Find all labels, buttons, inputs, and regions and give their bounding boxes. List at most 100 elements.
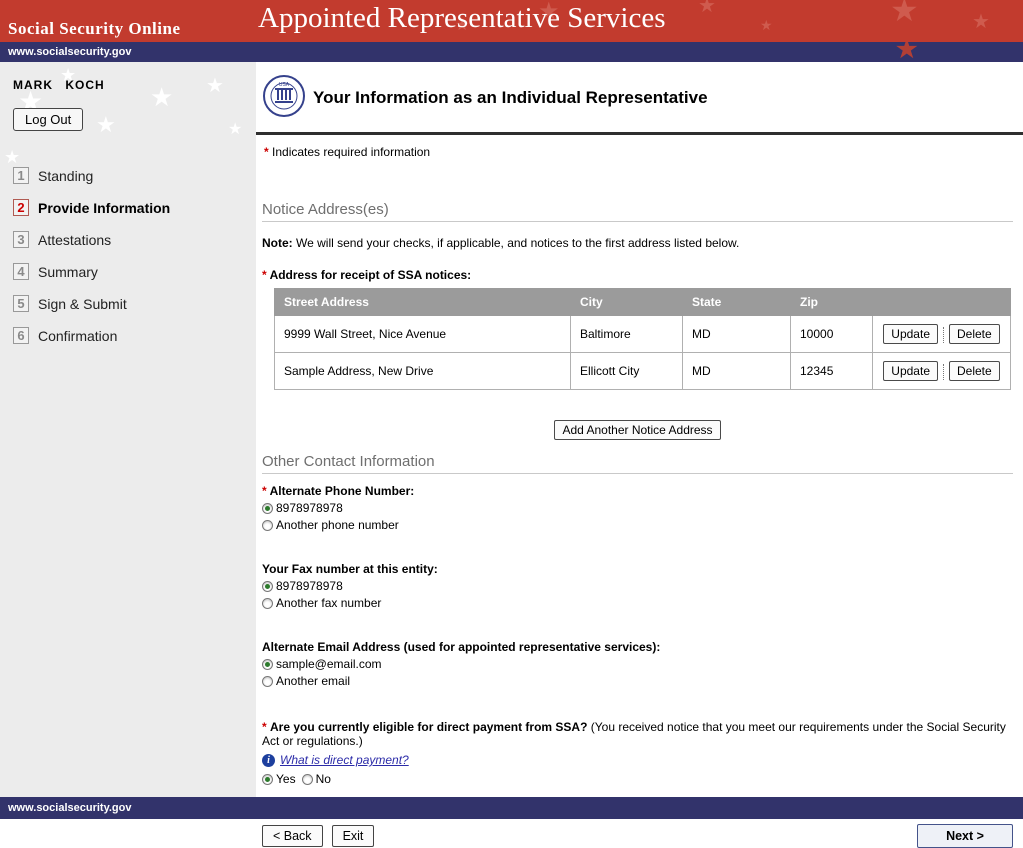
logout-button[interactable]: Log Out	[13, 108, 83, 131]
direct-payment-options: Yes No	[262, 772, 1013, 786]
cell-actions: Update Delete	[873, 316, 1011, 353]
email-current-radio[interactable]	[262, 659, 273, 670]
step-label: Confirmation	[38, 328, 117, 344]
cell-zip: 10000	[791, 316, 873, 353]
section-heading-other-contact: Other Contact Information	[262, 453, 1013, 470]
email-other-label[interactable]: Another email	[276, 674, 350, 688]
url-bar-top-text: www.socialsecurity.gov	[8, 46, 132, 58]
update-button[interactable]: Update	[883, 324, 938, 344]
direct-payment-link-row: i What is direct payment?	[262, 753, 1013, 767]
step-attestations: 3 Attestations	[13, 231, 256, 248]
star-decoration: ★	[96, 114, 116, 136]
fax-group: Your Fax number at this entity: 89789789…	[262, 562, 1013, 610]
ssa-seal-icon: USA	[262, 74, 306, 121]
step-label: Standing	[38, 168, 93, 184]
header-divider	[256, 132, 1023, 135]
delete-button[interactable]: Delete	[949, 361, 1000, 381]
email-group: Alternate Email Address (used for appoin…	[262, 640, 1013, 688]
app-title: Appointed Representative Services	[258, 2, 666, 35]
required-note: * Indicates required information	[264, 145, 1013, 159]
star-decoration: ★	[760, 18, 773, 32]
required-asterisk: *	[262, 268, 267, 282]
info-icon: i	[262, 754, 275, 767]
action-divider	[943, 364, 944, 380]
notice-note: Note: We will send your checks, if appli…	[262, 236, 1013, 250]
phone-other-label[interactable]: Another phone number	[276, 518, 399, 532]
notice-address-table: Street Address City State Zip 9999 Wall …	[274, 288, 1011, 390]
fax-other-label[interactable]: Another fax number	[276, 596, 381, 610]
fax-current-label[interactable]: 8978978978	[276, 579, 343, 593]
cell-zip: 12345	[791, 353, 873, 390]
table-header-row: Street Address City State Zip	[275, 289, 1011, 316]
cell-actions: Update Delete	[873, 353, 1011, 390]
direct-payment-yes-radio[interactable]	[262, 774, 273, 785]
fax-option-other: Another fax number	[262, 596, 1013, 610]
required-note-text: Indicates required information	[272, 145, 430, 159]
step-standing: 1 Standing	[13, 167, 256, 184]
step-label: Summary	[38, 264, 98, 280]
star-decoration: ★	[890, 0, 919, 26]
step-number: 4	[13, 263, 29, 280]
direct-payment-no-radio[interactable]	[302, 774, 313, 785]
svg-text:USA: USA	[279, 82, 290, 88]
step-label: Attestations	[38, 232, 111, 248]
exit-button[interactable]: Exit	[332, 825, 375, 847]
column-state: State	[683, 289, 791, 316]
back-button[interactable]: < Back	[262, 825, 323, 847]
fax-other-radio[interactable]	[262, 598, 273, 609]
step-label: Sign & Submit	[38, 296, 127, 312]
column-city: City	[571, 289, 683, 316]
sidebar: ★ ★ ★ ★ ★ ★ ★ MARK KOCH Log Out 1 Standi…	[0, 62, 256, 797]
email-other-radio[interactable]	[262, 676, 273, 687]
direct-payment-question: Are you currently eligible for direct pa…	[270, 720, 587, 734]
fax-label: Your Fax number at this entity:	[262, 562, 1013, 576]
top-banner: ★ ★ ★ ★ ★ ★ Social Security Online Appoi…	[0, 0, 1023, 42]
phone-current-radio[interactable]	[262, 503, 273, 514]
next-button[interactable]: Next >	[917, 824, 1013, 848]
phone-current-label[interactable]: 8978978978	[276, 501, 343, 515]
step-provide-information: 2 Provide Information	[13, 199, 256, 216]
column-actions	[873, 289, 1011, 316]
delete-button[interactable]: Delete	[949, 324, 1000, 344]
cell-state: MD	[683, 353, 791, 390]
step-number: 6	[13, 327, 29, 344]
alternate-phone-group: * Alternate Phone Number: 8978978978 Ano…	[262, 484, 1013, 532]
required-asterisk: *	[264, 145, 269, 159]
required-asterisk: *	[262, 720, 267, 734]
direct-payment-yes: Yes	[262, 772, 296, 786]
section-divider	[262, 473, 1013, 474]
add-notice-address-button[interactable]: Add Another Notice Address	[554, 420, 720, 440]
phone-other-radio[interactable]	[262, 520, 273, 531]
cell-street: Sample Address, New Drive	[275, 353, 571, 390]
star-decoration: ★	[228, 122, 242, 138]
email-label: Alternate Email Address (used for appoin…	[262, 640, 1013, 654]
email-current-label[interactable]: sample@email.com	[276, 657, 382, 671]
what-is-direct-payment-link[interactable]: What is direct payment?	[280, 753, 409, 767]
fax-option-current: 8978978978	[262, 579, 1013, 593]
step-number: 2	[13, 199, 29, 216]
note-label: Note:	[262, 236, 293, 250]
column-street-address: Street Address	[275, 289, 571, 316]
required-asterisk: *	[262, 484, 267, 498]
direct-payment-yes-label[interactable]: Yes	[276, 772, 296, 786]
section-divider	[262, 221, 1013, 222]
cell-city: Ellicott City	[571, 353, 683, 390]
address-table-label: * Address for receipt of SSA notices:	[262, 268, 1013, 282]
cell-city: Baltimore	[571, 316, 683, 353]
direct-payment-group: * Are you currently eligible for direct …	[262, 720, 1013, 786]
step-confirmation: 6 Confirmation	[13, 327, 256, 344]
direct-payment-no-label[interactable]: No	[316, 772, 331, 786]
url-bar-bottom-text: www.socialsecurity.gov	[8, 802, 132, 814]
phone-option-other: Another phone number	[262, 518, 1013, 532]
email-option-other: Another email	[262, 674, 1013, 688]
table-row: Sample Address, New Drive Ellicott City …	[275, 353, 1011, 390]
fax-current-radio[interactable]	[262, 581, 273, 592]
alternate-phone-label: * Alternate Phone Number:	[262, 484, 1013, 498]
action-divider	[943, 327, 944, 343]
note-text: We will send your checks, if applicable,…	[293, 236, 740, 250]
step-number: 5	[13, 295, 29, 312]
update-button[interactable]: Update	[883, 361, 938, 381]
ssa-online-logo: Social Security Online	[8, 19, 181, 39]
email-option-current: sample@email.com	[262, 657, 1013, 671]
step-label: Provide Information	[38, 200, 170, 216]
